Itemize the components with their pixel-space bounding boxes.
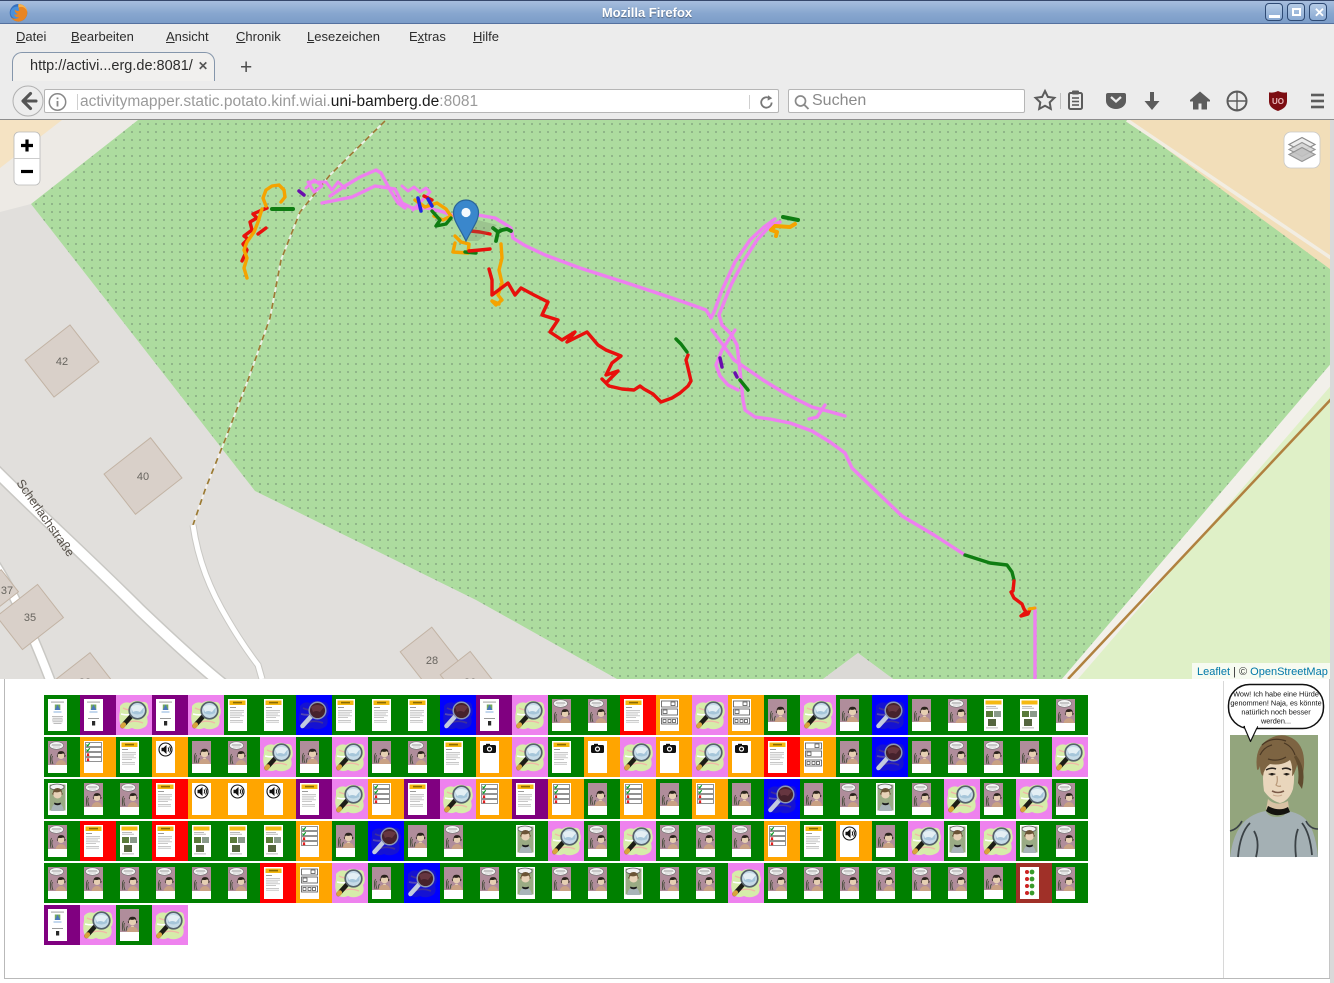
svg-text:UO: UO (1272, 97, 1284, 106)
svg-text:Wow! Ich habe eine Hürde: Wow! Ich habe eine Hürde (1233, 690, 1319, 699)
svg-text:werden...: werden... (1260, 717, 1291, 726)
svg-text:35: 35 (24, 612, 36, 624)
svg-text:Leaflet | © OpenStreetMap: Leaflet | © OpenStreetMap (1197, 666, 1328, 678)
svg-text:genommen! Naja, es könnte: genommen! Naja, es könnte (1230, 699, 1321, 708)
svg-text:40: 40 (137, 471, 149, 483)
svg-text:natürlich noch besser: natürlich noch besser (1241, 708, 1311, 717)
svg-text:42: 42 (56, 356, 68, 368)
svg-text:37: 37 (1, 585, 13, 597)
svg-text:28: 28 (426, 655, 438, 667)
